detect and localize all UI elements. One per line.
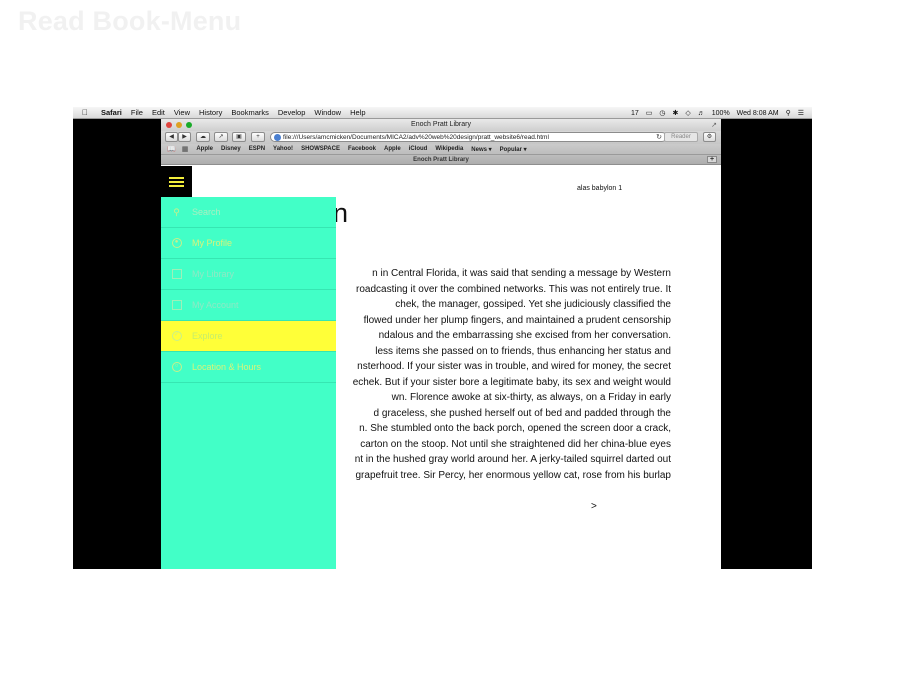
menu-item-explore[interactable]: ✓ Explore: [161, 321, 336, 352]
page-content: alas babylon 1 rlon n in Central Florida…: [161, 166, 721, 569]
profile-icon: ●: [171, 238, 182, 249]
close-button[interactable]: [166, 122, 172, 128]
bookmarks-bar: 📖 ▦ Apple Disney ESPN Yahoo! SHOWSPACE F…: [161, 144, 721, 155]
menu-item-location-hours[interactable]: ○ Location & Hours: [161, 352, 336, 383]
menu-app-name[interactable]: Safari: [101, 108, 122, 117]
reading-list-button[interactable]: ▣: [232, 132, 246, 142]
menu-bookmarks[interactable]: Bookmarks: [231, 108, 269, 117]
apple-icon[interactable]: : [82, 108, 92, 117]
menu-file[interactable]: File: [131, 108, 143, 117]
menu-item-my-account[interactable]: My Account: [161, 290, 336, 321]
mac-menubar:  Safari File Edit View History Bookmark…: [73, 107, 812, 119]
tab-bar: Enoch Pratt Library +: [161, 155, 721, 165]
minimize-button[interactable]: [176, 122, 182, 128]
hamburger-line: [169, 184, 184, 187]
address-bar[interactable]: file:///Users/amcmicken/Documents/MICA2/…: [270, 132, 667, 142]
reload-icon[interactable]: ↻: [656, 133, 662, 141]
library-icon: [171, 269, 182, 280]
bluetooth-icon[interactable]: ✱: [673, 109, 679, 117]
menu-view[interactable]: View: [174, 108, 190, 117]
menu-history[interactable]: History: [199, 108, 222, 117]
notification-center-icon[interactable]: ☰: [798, 109, 804, 117]
settings-gear-icon[interactable]: ⚙: [703, 132, 716, 142]
screen:  Safari File Edit View History Bookmark…: [73, 107, 812, 569]
bookmark-wikipedia[interactable]: Wikipedia: [435, 146, 463, 152]
volume-icon[interactable]: ♬: [698, 110, 705, 117]
menu-window[interactable]: Window: [314, 108, 341, 117]
next-page-button[interactable]: >: [591, 501, 597, 512]
menu-develop[interactable]: Develop: [278, 108, 306, 117]
book-label: alas babylon 1: [577, 185, 623, 192]
menu-help[interactable]: Help: [350, 108, 365, 117]
location-icon: ○: [171, 362, 182, 373]
slide-title: Read Book-Menu: [18, 6, 242, 36]
reader-button[interactable]: Reader: [664, 132, 698, 142]
bookmark-espn[interactable]: ESPN: [249, 146, 265, 152]
menu-item-my-profile[interactable]: ● My Profile: [161, 228, 336, 259]
forward-button[interactable]: ▶: [178, 132, 191, 142]
bookmark-apple[interactable]: Apple: [196, 146, 213, 152]
bookmark-news[interactable]: News ▾: [471, 146, 491, 153]
menu-item-label: Search: [192, 207, 221, 217]
hamburger-line: [169, 180, 184, 183]
menu-item-label: My Library: [192, 269, 235, 279]
show-bookmarks-icon[interactable]: 📖: [167, 145, 176, 153]
url-text: file:///Users/amcmicken/Documents/MICA2/…: [283, 134, 549, 141]
add-bookmark-button[interactable]: +: [251, 132, 265, 142]
menu-item-search[interactable]: ⚲ Search: [161, 197, 336, 228]
traffic-lights: [166, 122, 192, 128]
notification-count[interactable]: 17: [631, 110, 639, 117]
browser-window: Enoch Pratt Library ↗ ◀ ▶ ☁ ↗ ▣ + file:/…: [161, 119, 721, 569]
window-title: Enoch Pratt Library: [411, 121, 471, 128]
globe-icon: [274, 134, 281, 141]
top-sites-icon[interactable]: ▦: [182, 145, 189, 153]
bookmark-disney[interactable]: Disney: [221, 146, 241, 152]
menu-item-label: My Profile: [192, 238, 233, 248]
menu-edit[interactable]: Edit: [152, 108, 165, 117]
hamburger-line: [169, 176, 184, 179]
bookmark-icloud[interactable]: iCloud: [409, 146, 428, 152]
spotlight-icon[interactable]: ⚲: [786, 109, 791, 117]
time-machine-icon[interactable]: ◷: [659, 109, 665, 117]
menu-item-my-library[interactable]: My Library: [161, 259, 336, 290]
tab-title[interactable]: Enoch Pratt Library: [413, 157, 469, 163]
new-tab-button[interactable]: +: [707, 156, 717, 163]
wifi-icon[interactable]: ◇: [685, 109, 690, 117]
bookmark-apple-2[interactable]: Apple: [384, 146, 401, 152]
menu-item-label: Explore: [192, 331, 223, 341]
window-titlebar: Enoch Pratt Library ↗: [161, 119, 721, 131]
icloud-tabs-button[interactable]: ☁: [196, 132, 210, 142]
browser-toolbar: ◀ ▶ ☁ ↗ ▣ + file:///Users/amcmicken/Docu…: [161, 131, 721, 144]
airplay-icon[interactable]: ▭: [646, 109, 653, 117]
slide: Read Book-Menu  Safari File Edit View H…: [0, 0, 900, 695]
zoom-button[interactable]: [186, 122, 192, 128]
hamburger-menu-icon[interactable]: [161, 166, 192, 197]
back-button[interactable]: ◀: [165, 132, 178, 142]
side-menu: ⚲ Search ● My Profile My Library My Acco…: [161, 197, 336, 569]
explore-icon: ✓: [171, 331, 182, 342]
clock[interactable]: Wed 8:08 AM: [737, 110, 779, 117]
bookmark-yahoo[interactable]: Yahoo!: [273, 146, 293, 152]
menu-item-label: Location & Hours: [192, 362, 262, 372]
bookmark-showspace[interactable]: SHOWSPACE: [301, 146, 340, 152]
search-icon: ⚲: [173, 206, 180, 217]
battery-percent[interactable]: 100%: [712, 110, 730, 117]
menubar-status-area: 17 ▭ ◷ ✱ ◇ ♬ 100% Wed 8:08 AM ⚲ ☰: [631, 107, 804, 119]
bookmark-facebook[interactable]: Facebook: [348, 146, 376, 152]
bookmark-popular[interactable]: Popular ▾: [500, 146, 527, 153]
account-icon: [171, 300, 182, 311]
share-button[interactable]: ↗: [214, 132, 228, 142]
menu-item-label: My Account: [192, 300, 239, 310]
